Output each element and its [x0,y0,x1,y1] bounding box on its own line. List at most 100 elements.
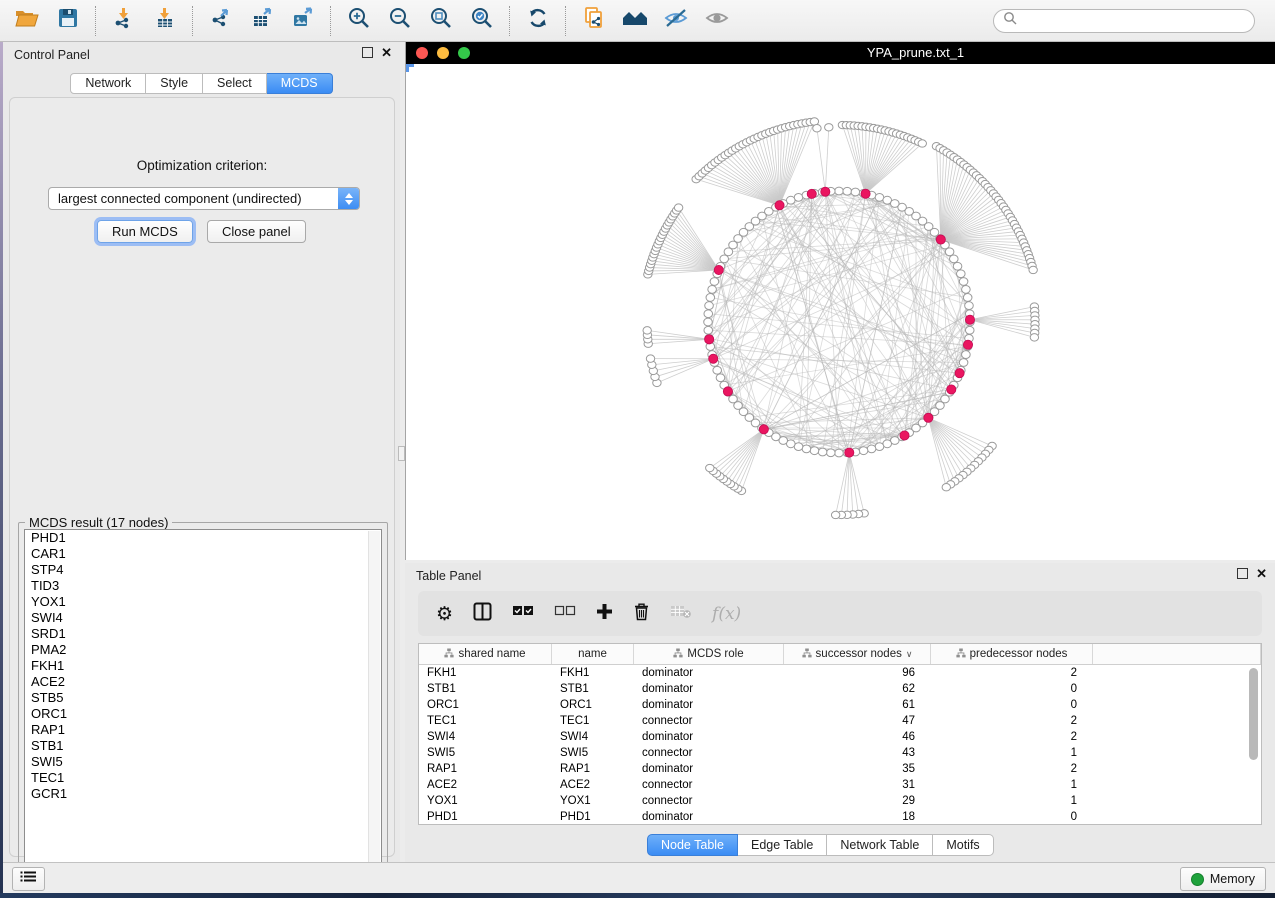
satellite-node[interactable] [1030,334,1038,341]
network-node[interactable] [704,318,713,326]
table-row[interactable]: YOX1YOX1connector291 [419,793,1261,809]
mcds-result-item[interactable]: PHD1 [25,530,381,546]
satellite-node[interactable] [813,125,821,132]
add-row-button[interactable] [596,603,613,625]
satellite-node[interactable] [831,511,839,518]
column-header-predecessor-nodes[interactable]: predecessor nodes [931,644,1093,664]
dominator-node[interactable] [900,431,909,440]
satellite-node[interactable] [918,140,926,147]
network-node[interactable] [965,302,974,310]
table-row[interactable]: ORC1ORC1dominator610 [419,697,1261,713]
save-button[interactable] [47,4,88,38]
zoom-fit-button[interactable] [420,4,461,38]
zoom-selected-button[interactable] [461,4,502,38]
network-node[interactable] [713,366,722,374]
mcds-result-item[interactable]: ACE2 [25,674,381,690]
satellite-node[interactable] [643,327,651,334]
mcds-result-item[interactable]: PMA2 [25,642,381,658]
column-header-mcds-role[interactable]: MCDS role [634,644,784,664]
result-list-scrollbar[interactable] [368,531,380,889]
mcds-result-item[interactable]: TEC1 [25,770,381,786]
dominator-node[interactable] [759,425,768,434]
table-row[interactable]: SWI5SWI5connector431 [419,745,1261,761]
network-node[interactable] [802,445,811,453]
float-table-panel-icon[interactable] [1237,568,1248,579]
export-table-button[interactable] [241,4,282,38]
delete-button[interactable] [633,602,650,626]
search-input[interactable] [993,9,1255,33]
function-builder-button[interactable]: f(x) [712,604,741,624]
network-node[interactable] [949,255,958,263]
dominator-node[interactable] [947,385,956,394]
tab-motifs[interactable]: Motifs [933,834,993,856]
mcds-result-item[interactable]: STB5 [25,690,381,706]
dominator-node[interactable] [861,189,870,198]
dominator-node[interactable] [714,265,723,274]
tab-network[interactable]: Network [70,73,146,94]
network-node[interactable] [953,262,962,270]
satellite-node[interactable] [1029,266,1037,273]
mcds-result-item[interactable]: GCR1 [25,786,381,802]
dominator-node[interactable] [845,448,854,457]
zoom-out-button[interactable] [379,4,420,38]
close-panel-icon[interactable]: ✕ [381,47,392,58]
export-network-button[interactable] [200,4,241,38]
mcds-result-item[interactable]: STB1 [25,738,381,754]
tab-node-table[interactable]: Node Table [647,834,738,856]
network-node[interactable] [716,374,725,382]
run-mcds-button[interactable]: Run MCDS [97,220,193,243]
network-node[interactable] [957,270,966,278]
show-columns-button[interactable] [473,602,492,626]
network-node[interactable] [704,310,713,318]
close-table-panel-icon[interactable]: ✕ [1256,568,1267,579]
network-window-titlebar[interactable]: YPA_prune.txt_1 [406,42,1275,64]
network-node[interactable] [794,194,803,202]
network-node[interactable] [705,302,714,310]
network-node[interactable] [959,278,968,286]
network-node[interactable] [962,351,971,359]
network-node[interactable] [706,294,715,302]
memory-button[interactable]: Memory [1180,867,1266,891]
mcds-result-item[interactable]: FKH1 [25,658,381,674]
network-node[interactable] [720,255,729,263]
optimization-criterion-select[interactable]: largest connected component (undirected) [48,187,360,210]
refresh-button[interactable] [517,4,558,38]
delete-table-button[interactable] [670,604,692,624]
dominator-node[interactable] [709,354,718,363]
column-header-name[interactable]: name [552,644,634,664]
network-from-selection-button[interactable] [573,4,614,38]
tab-mcds[interactable]: MCDS [267,73,333,94]
table-row[interactable]: RAP1RAP1dominator352 [419,761,1261,777]
mcds-result-item[interactable]: CAR1 [25,546,381,562]
export-image-button[interactable] [282,4,323,38]
tab-select[interactable]: Select [203,73,267,94]
table-settings-button[interactable]: ⚙ [436,604,453,624]
maximize-window-icon[interactable] [458,47,470,59]
mcds-result-item[interactable]: SRD1 [25,626,381,642]
network-node[interactable] [859,447,868,455]
minimize-window-icon[interactable] [437,47,449,59]
import-table-button[interactable] [144,4,185,38]
column-header-shared-name[interactable]: shared name [419,644,552,664]
network-node[interactable] [965,326,974,334]
network-node[interactable] [704,326,713,334]
satellite-node[interactable] [646,355,654,362]
dominator-node[interactable] [924,413,933,422]
panel-splitter-handle[interactable] [398,446,405,461]
network-node[interactable] [843,187,852,195]
dominator-node[interactable] [963,340,972,349]
dominator-node[interactable] [955,369,964,378]
hide-selected-button[interactable] [655,4,696,38]
satellite-node[interactable] [674,204,682,211]
tab-network-table[interactable]: Network Table [827,834,933,856]
table-scrollbar[interactable] [1249,668,1258,820]
network-node[interactable] [826,449,835,457]
network-node[interactable] [818,448,827,456]
mcds-result-item[interactable]: YOX1 [25,594,381,610]
dominator-node[interactable] [705,335,714,344]
mcds-result-item[interactable]: STP4 [25,562,381,578]
network-graph[interactable] [406,64,1274,559]
mcds-result-item[interactable]: RAP1 [25,722,381,738]
task-history-button[interactable] [12,867,45,891]
dominator-node[interactable] [965,315,974,324]
